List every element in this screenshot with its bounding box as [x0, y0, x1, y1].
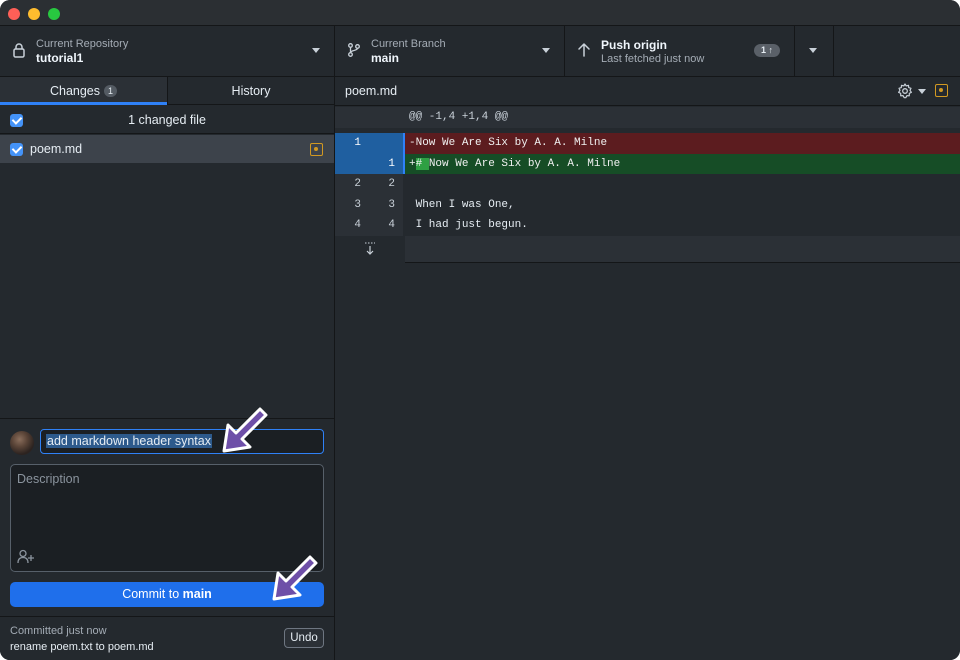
toolbar: Current Repository tutorial1 Current Bra… [0, 26, 960, 77]
code-line: When I was One, [409, 195, 515, 215]
line-selection-marker [403, 133, 405, 154]
file-name: poem.md [30, 142, 83, 156]
maximize-window-button[interactable] [48, 8, 60, 20]
line-selection-marker [403, 153, 405, 174]
list-item[interactable]: poem.md [0, 135, 334, 163]
changed-files-header: 1 changed file [0, 106, 334, 134]
avatar [10, 431, 34, 455]
modified-file-icon [310, 143, 323, 156]
tab-changes[interactable]: Changes 1 [0, 77, 167, 105]
tab-history-label: History [231, 84, 271, 98]
old-line-number: 3 [335, 194, 369, 215]
current-branch-label: Current Branch [371, 38, 446, 50]
code-line: +# Now We Are Six by A. A. Milne [409, 154, 620, 174]
diff-line-added[interactable]: 1 +# Now We Are Six by A. A. Milne [335, 153, 960, 174]
code-line: I had just begun. [409, 215, 528, 235]
description-placeholder: Description [17, 472, 80, 486]
commit-button-prefix: Commit to [122, 587, 183, 601]
tab-history[interactable]: History [167, 77, 334, 105]
chevron-down-icon [809, 48, 817, 53]
push-options-dropdown[interactable] [795, 26, 834, 76]
new-line-number: 1 [369, 153, 403, 174]
push-origin-title: Push origin [601, 38, 667, 52]
diff-prefix [409, 219, 416, 231]
commits-ahead-badge: 1 ↑ [754, 44, 781, 57]
diff-file-name: poem.md [345, 84, 398, 98]
commit-summary-text: add markdown header syntax [46, 434, 212, 448]
diff-text: Now We Are Six by A. A. Milne [415, 137, 608, 149]
new-line-number: 4 [369, 215, 403, 236]
annotation-arrow-icon [272, 555, 318, 601]
sidebar-tabs: Changes 1 History [0, 77, 334, 105]
annotation-arrow-icon [222, 407, 268, 453]
new-line-number: 2 [369, 174, 403, 195]
old-line-number: 1 [335, 133, 369, 154]
title-bar [0, 0, 960, 26]
current-repository-name: tutorial1 [36, 51, 84, 65]
tab-changes-label: Changes [49, 84, 101, 98]
code-line: -Now We Are Six by A. A. Milne [409, 133, 607, 153]
diff-text: I had just begun. [415, 219, 528, 231]
modified-file-icon [935, 84, 948, 97]
expand-context-row [335, 235, 960, 263]
add-coauthor-icon[interactable] [17, 549, 35, 565]
code-line [409, 174, 416, 194]
chevron-down-icon[interactable] [918, 89, 926, 94]
diff-prefix: - [409, 137, 416, 149]
diff-prefix [409, 178, 416, 190]
old-line-number: 4 [335, 215, 369, 236]
gear-icon[interactable] [897, 83, 913, 99]
diff-line-context[interactable]: 3 3 When I was One, [335, 194, 960, 215]
lock-icon [13, 43, 25, 58]
gutter [335, 107, 369, 128]
file-include-checkbox[interactable] [10, 143, 23, 156]
diff-added-highlight: # [415, 157, 429, 170]
minimize-window-button[interactable] [28, 8, 40, 20]
diff-line-context[interactable]: 4 4 I had just begun. [335, 215, 960, 236]
undo-button[interactable]: Undo [284, 628, 324, 648]
chevron-down-icon [542, 48, 550, 53]
current-repository-label: Current Repository [36, 38, 129, 50]
last-commit-panel: Committed just now rename poem.txt to po… [0, 616, 334, 660]
close-window-button[interactable] [8, 8, 20, 20]
last-fetched-text: Last fetched just now [601, 53, 705, 65]
changed-files-count: 1 changed file [128, 113, 206, 127]
gutter [369, 107, 403, 128]
expand-down-button[interactable] [335, 235, 405, 263]
expand-down-icon [365, 242, 375, 255]
last-commit-message: rename poem.txt to poem.md [10, 641, 154, 653]
commit-button-branch: main [182, 587, 212, 601]
diff-panel: poem.md @@ -1,4 +1,4 @@ 1 -Now We Are Si… [335, 77, 960, 660]
new-line-number [369, 133, 403, 154]
old-line-number: 2 [335, 174, 369, 195]
diff-prefix [409, 199, 416, 211]
arrow-up-icon [578, 43, 590, 57]
old-line-number [335, 153, 369, 174]
last-commit-time: Committed just now [10, 625, 107, 637]
git-branch-icon [348, 43, 360, 57]
changes-count-badge: 1 [104, 85, 118, 97]
current-repository-dropdown[interactable]: Current Repository tutorial1 [0, 26, 335, 76]
diff-prefix: + [409, 157, 416, 170]
push-origin-button[interactable]: Push origin Last fetched just now 1 ↑ [565, 26, 795, 76]
diff-line-deleted[interactable]: 1 -Now We Are Six by A. A. Milne [335, 133, 960, 154]
chevron-down-icon [312, 48, 320, 53]
current-branch-dropdown[interactable]: Current Branch main [335, 26, 565, 76]
diff-text: When I was One, [415, 198, 515, 211]
hunk-header: @@ -1,4 +1,4 @@ [409, 111, 509, 123]
hunk-header-row: @@ -1,4 +1,4 @@ [335, 107, 960, 128]
commit-summary-input[interactable]: add markdown header syntax [40, 429, 324, 454]
diff-text: Now We Are Six by A. A. Milne [428, 157, 621, 170]
app-window: Current Repository tutorial1 Current Bra… [0, 0, 960, 660]
new-line-number: 3 [369, 194, 403, 215]
diff-header: poem.md [335, 77, 960, 106]
current-branch-name: main [371, 51, 400, 65]
diff-line-context[interactable]: 2 2 [335, 174, 960, 195]
